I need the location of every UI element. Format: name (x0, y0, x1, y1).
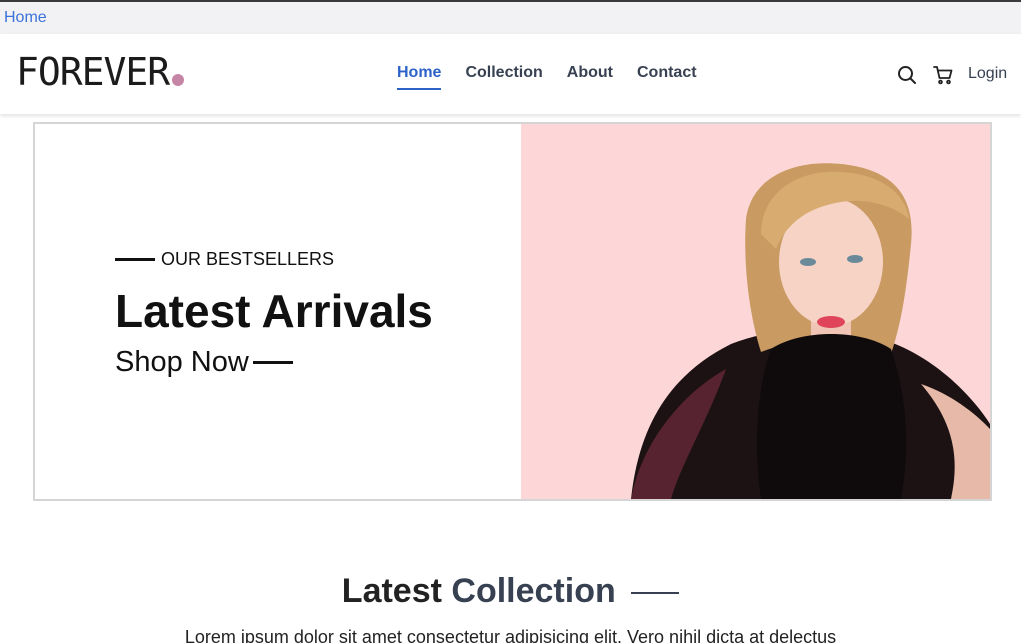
breadcrumb-home-link[interactable]: Home (4, 9, 47, 27)
shop-now-line (252, 361, 293, 364)
search-icon[interactable] (896, 64, 918, 86)
section-title-line (631, 592, 680, 595)
shop-now-link[interactable]: Shop Now (115, 346, 293, 379)
browser-tab-bar: Home (0, 0, 1021, 34)
model-portrait-illustration (631, 163, 990, 499)
hero-text-panel: OUR BESTSELLERS Latest Arrivals Shop Now (35, 124, 521, 499)
shop-now-label[interactable]: Shop Now (115, 346, 249, 379)
section-title-part1: Latest (341, 572, 442, 610)
hero-image (521, 124, 990, 499)
latest-collection-heading: Latest Collection (0, 572, 1021, 611)
nav-link-home[interactable]: Home (397, 64, 442, 90)
kicker-line (115, 258, 155, 261)
main-nav: Home Collection About Contact (397, 64, 697, 90)
nav-link-about[interactable]: About (567, 64, 613, 90)
section-description: Lorem ipsum dolor sit amet consectetur a… (184, 627, 837, 643)
nav-link-collection[interactable]: Collection (465, 64, 542, 90)
hero-banner: OUR BESTSELLERS Latest Arrivals Shop Now (33, 122, 992, 501)
brand-logo-dot (172, 74, 184, 86)
section-title-part2: Collection (451, 572, 616, 610)
cart-icon[interactable] (932, 64, 954, 86)
site-header: FOREVER Home Collection About Contact Lo… (0, 34, 1021, 114)
hero-title: Latest Arrivals (115, 285, 433, 337)
brand-logo[interactable]: FOREVER (16, 52, 170, 92)
nav-link-contact[interactable]: Contact (637, 64, 697, 90)
hero-kicker-text: OUR BESTSELLERS (161, 249, 335, 269)
login-link[interactable]: Login (968, 65, 1007, 83)
hero-kicker: OUR BESTSELLERS (115, 249, 334, 270)
